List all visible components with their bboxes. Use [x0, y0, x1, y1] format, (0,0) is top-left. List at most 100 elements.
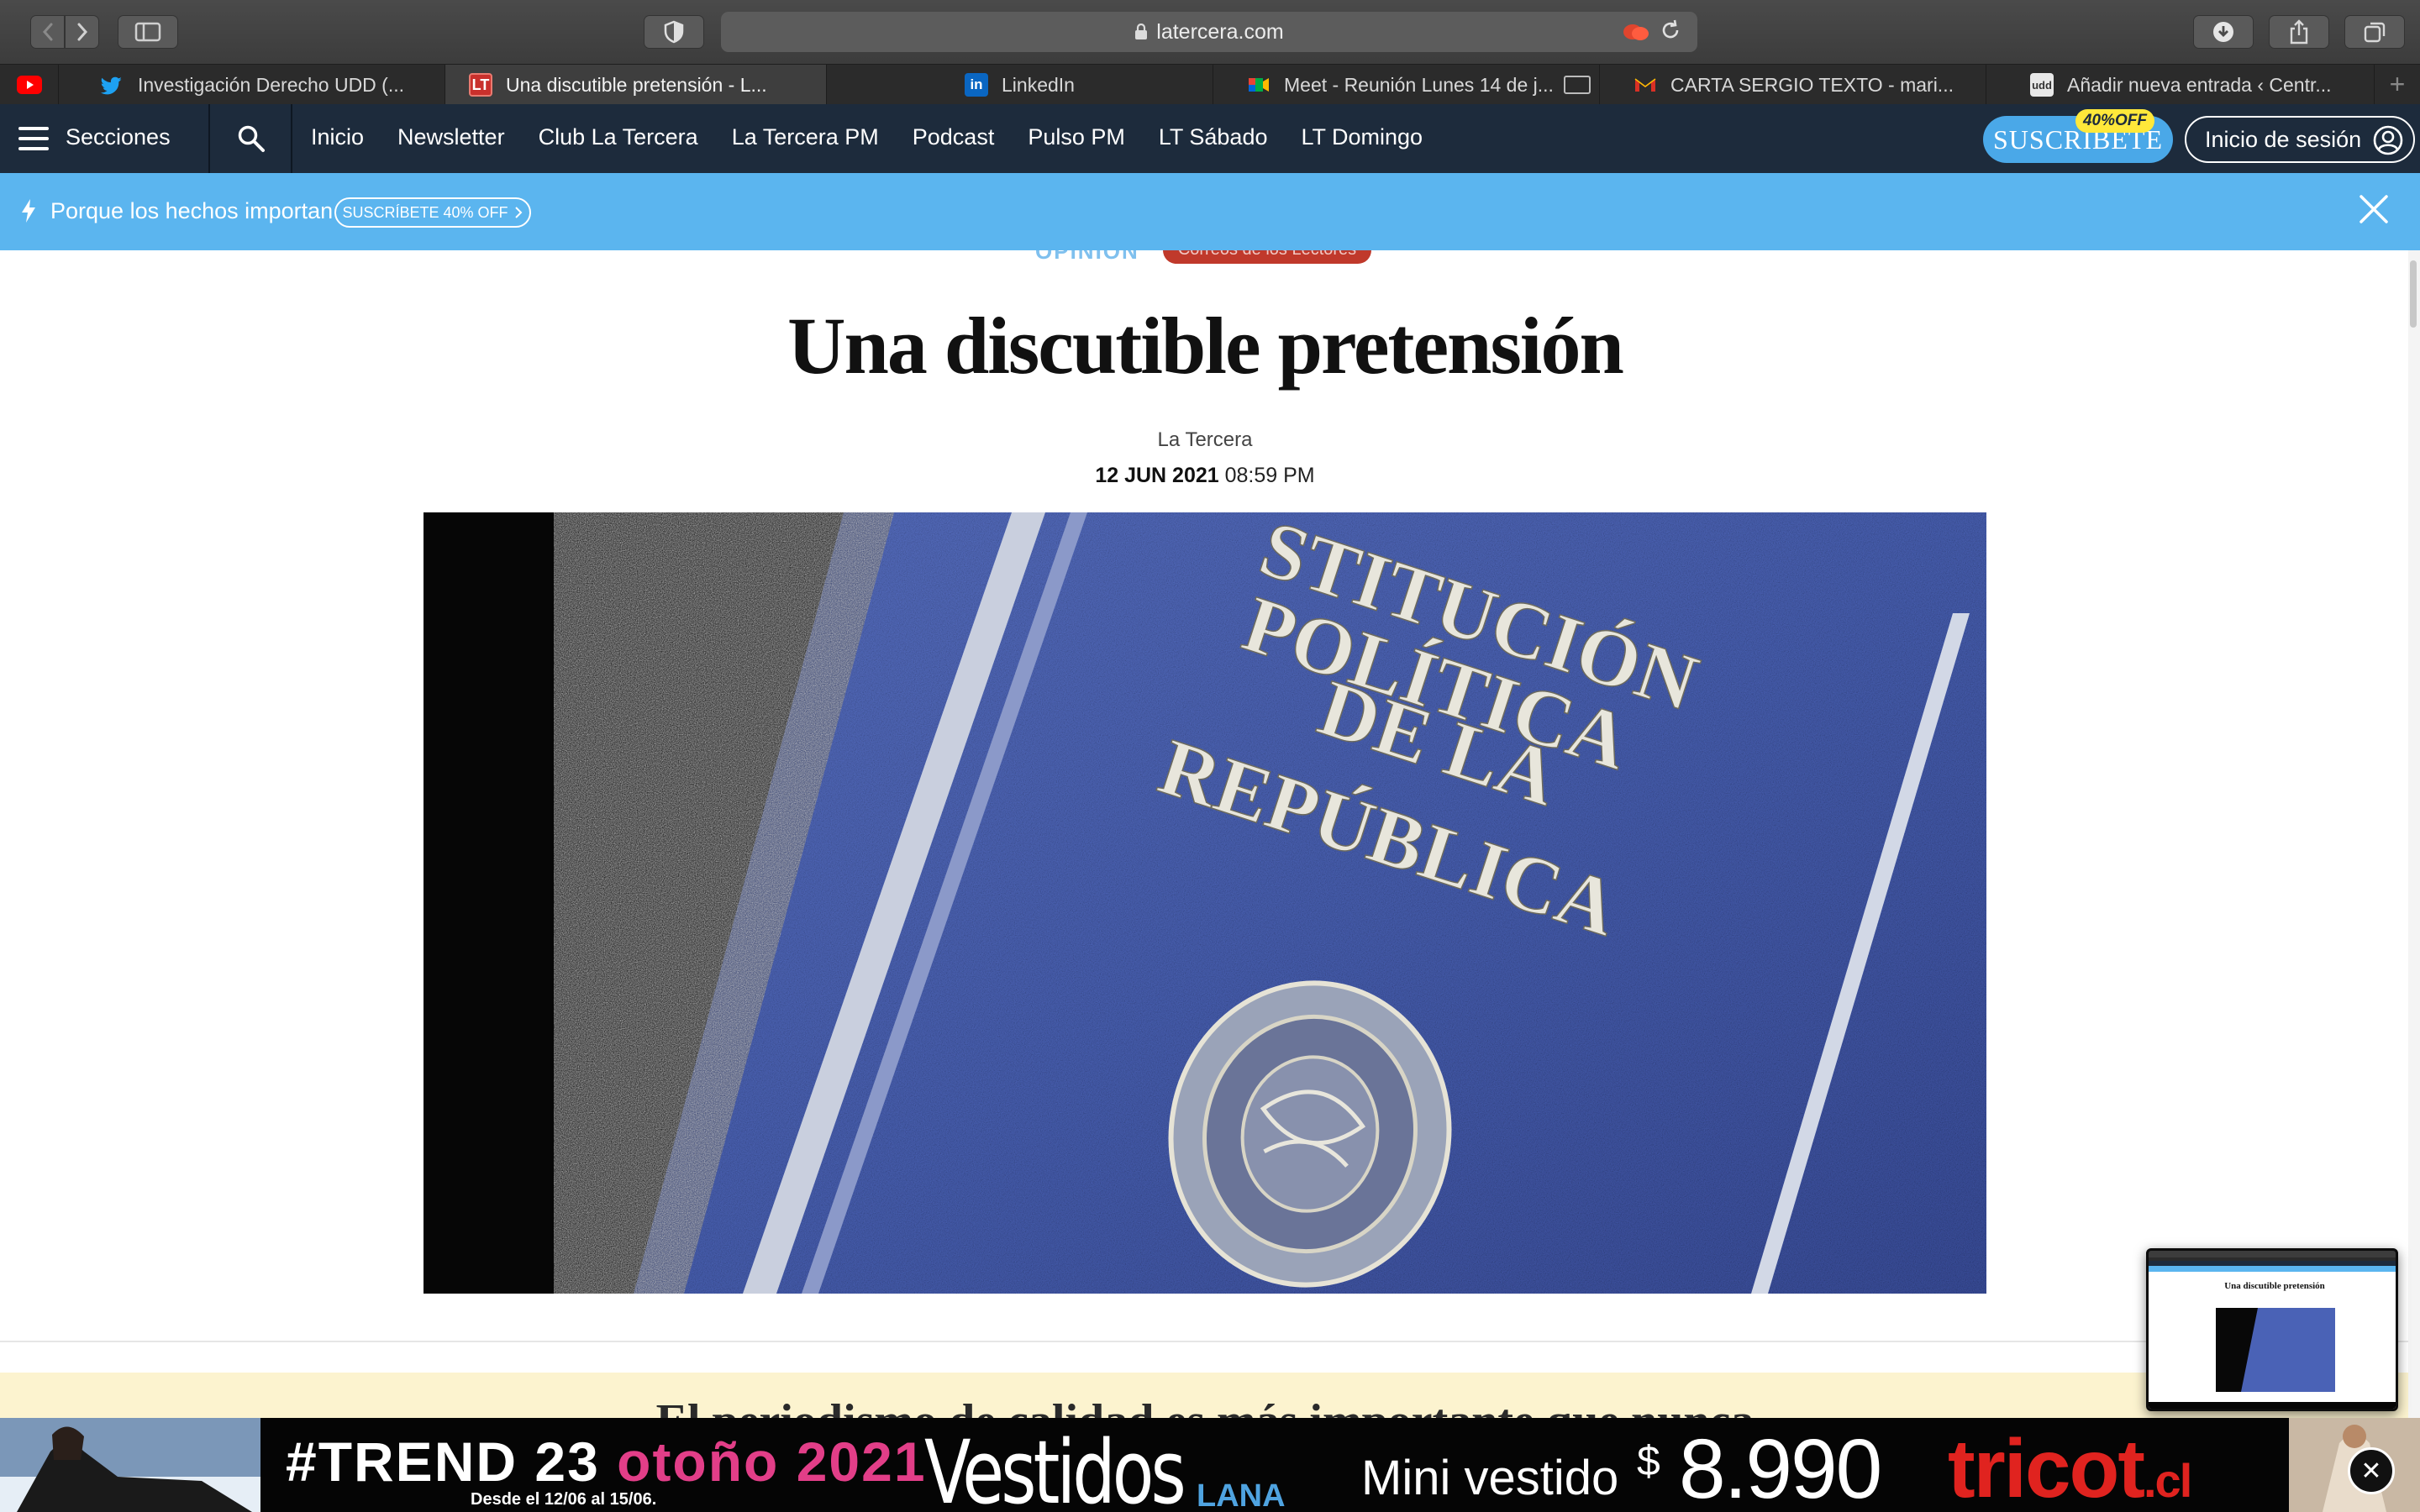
chevron-right-icon: [77, 23, 87, 41]
promo-button-label: SUSCRÍBETE 40% OFF: [342, 203, 508, 221]
login-button[interactable]: Inicio de sesión: [2185, 116, 2415, 163]
extension-icon[interactable]: [1622, 20, 1650, 44]
scrollbar-track[interactable]: [2408, 250, 2420, 1420]
nav-link-domingo[interactable]: LT Domingo: [1301, 124, 1423, 150]
ad-price: 8.990: [1679, 1422, 1882, 1512]
forward-button[interactable]: [65, 15, 99, 49]
url-text: latercera.com: [1156, 19, 1284, 44]
tab-la-tercera[interactable]: LT Una discutible pretensión - L...: [445, 65, 827, 105]
promo-text: Porque los hechos importan: [50, 198, 334, 223]
article-dateline: 12 JUN 2021 08:59 PM: [0, 464, 2410, 488]
ad-trend-text: #TREND 23 otoño 2021: [286, 1430, 927, 1494]
section-label[interactable]: OPINIÓN: [1035, 250, 1139, 265]
udd-icon: udd: [2030, 73, 2054, 97]
linkedin-icon: in: [965, 73, 988, 97]
tab-gmail[interactable]: CARTA SERGIO TEXTO - mari...: [1600, 65, 1986, 105]
sidebar-toggle-button[interactable]: [118, 15, 178, 49]
ad-trend-prefix: #TREND 23: [286, 1431, 600, 1493]
ad-brand-name: tricot: [1948, 1422, 2145, 1512]
address-bar[interactable]: latercera.com: [721, 12, 1697, 52]
article-title: Una discutible pretensión: [787, 301, 1624, 391]
thumbnail-preview: Una discutible pretensión: [2149, 1251, 2396, 1409]
article-time: 08:59 PM: [1224, 464, 1315, 487]
ad-trend-season: otoño 2021: [617, 1431, 927, 1493]
content-separator: [0, 1341, 2410, 1342]
tab-title: LinkedIn: [1002, 73, 1075, 96]
tab-linkedin[interactable]: in LinkedIn: [827, 65, 1213, 105]
nav-links: Inicio Newsletter Club La Tercera La Ter…: [311, 124, 1423, 150]
tab-title: Una discutible pretensión - L...: [506, 73, 767, 96]
discount-badge: 40%OFF: [2075, 109, 2154, 133]
download-icon: [2213, 22, 2233, 42]
thumbnail-title: Una discutible pretensión: [2224, 1281, 2325, 1291]
lightning-icon: [22, 199, 35, 223]
hamburger-menu-icon[interactable]: [18, 127, 49, 150]
tab-title: Meet - Reunión Lunes 14 de j...: [1284, 73, 1554, 96]
tab-title: CARTA SERGIO TEXTO - mari...: [1670, 73, 1954, 96]
nav-link-club[interactable]: Club La Tercera: [539, 124, 698, 150]
new-tab-button[interactable]: +: [2375, 65, 2420, 104]
nav-divider: [291, 104, 292, 173]
site-navigation: Secciones Inicio Newsletter Club La Terc…: [0, 104, 2420, 173]
meet-icon: [1249, 78, 1269, 92]
tab-meet[interactable]: Meet - Reunión Lunes 14 de j...: [1213, 65, 1600, 105]
ad-brand-suffix: .cl: [2144, 1454, 2192, 1507]
gmail-icon: [1634, 78, 1656, 92]
youtube-icon: [17, 76, 42, 94]
user-icon: [2373, 125, 2403, 155]
tab-overview-button[interactable]: [2344, 15, 2405, 49]
nav-link-pulso[interactable]: Pulso PM: [1028, 124, 1125, 150]
model-photo: [0, 1418, 260, 1512]
screen-share-icon: [1563, 76, 1591, 94]
browser-toolbar: latercera.com: [0, 0, 2420, 64]
tab-udd[interactable]: udd Añadir nueva entrada ‹ Centr...: [1986, 65, 2375, 105]
nav-link-pm[interactable]: La Tercera PM: [732, 124, 879, 150]
promo-subscribe-button[interactable]: SUSCRÍBETE 40% OFF: [334, 197, 531, 228]
la-tercera-icon: LT: [469, 73, 492, 97]
back-button[interactable]: [30, 15, 65, 49]
twitter-icon: [101, 76, 122, 95]
ad-lana: LANA: [1197, 1478, 1286, 1512]
advertisement-banner[interactable]: #TREND 23 otoño 2021 Desde el 12/06 al 1…: [0, 1418, 2420, 1512]
login-label: Inicio de sesión: [2205, 126, 2362, 152]
reload-icon[interactable]: [1659, 18, 1682, 42]
tab-twitter[interactable]: Investigación Derecho UDD (...: [59, 65, 445, 105]
article-author[interactable]: La Tercera: [0, 428, 2410, 452]
sidebar-icon: [134, 22, 161, 42]
secciones-menu[interactable]: Secciones: [66, 124, 171, 150]
nav-link-podcast[interactable]: Podcast: [913, 124, 995, 150]
share-button[interactable]: [2269, 15, 2329, 49]
plus-icon: +: [2389, 69, 2406, 99]
close-icon: ✕: [2360, 1457, 2382, 1485]
downloads-button[interactable]: [2193, 15, 2254, 49]
close-icon[interactable]: [2358, 193, 2390, 225]
lock-icon: [1135, 24, 1148, 39]
tab-bar: Investigación Derecho UDD (... LT Una di…: [0, 64, 2420, 105]
nav-link-newsletter[interactable]: Newsletter: [397, 124, 505, 150]
privacy-report-button[interactable]: [644, 15, 704, 49]
nav-divider: [208, 104, 210, 173]
share-icon: [2290, 19, 2308, 45]
article-tag[interactable]: Correos de los Lectores: [1163, 250, 1371, 264]
ad-brand-logo: tricot.cl: [1948, 1421, 2192, 1512]
nav-link-inicio[interactable]: Inicio: [311, 124, 364, 150]
screenshot-thumbnail[interactable]: Una discutible pretensión: [2146, 1248, 2398, 1411]
scrollbar-thumb[interactable]: [2410, 260, 2417, 328]
ad-close-button[interactable]: ✕: [2348, 1447, 2395, 1494]
ad-dates: Desde el 12/06 al 15/06.: [471, 1490, 657, 1509]
pinned-tab-youtube[interactable]: [0, 65, 59, 105]
tab-title: Añadir nueva entrada ‹ Centr...: [2067, 73, 2332, 96]
history-nav: [30, 15, 99, 49]
ad-mini-vestido: Mini vestido: [1361, 1451, 1619, 1505]
search-icon[interactable]: [237, 124, 266, 153]
article-hero-image: STITUCIÓN POLÍTICA DE LA REPÚBLICA: [424, 512, 1986, 1294]
chevron-right-icon: [514, 207, 522, 218]
article-kicker: OPINIÓN Correos de los Lectores: [0, 250, 2420, 265]
nav-link-sabado[interactable]: LT Sábado: [1159, 124, 1268, 150]
article-date: 12 JUN 2021: [1095, 464, 1219, 487]
ad-currency: $: [1637, 1437, 1660, 1484]
constitution-book-image: STITUCIÓN POLÍTICA DE LA REPÚBLICA: [424, 512, 1986, 1294]
promo-banner: Porque los hechos importan SUSCRÍBETE 40…: [0, 173, 2420, 250]
ad-vestidos: Vestidos: [924, 1421, 1186, 1512]
tab-title: Investigación Derecho UDD (...: [138, 73, 405, 96]
